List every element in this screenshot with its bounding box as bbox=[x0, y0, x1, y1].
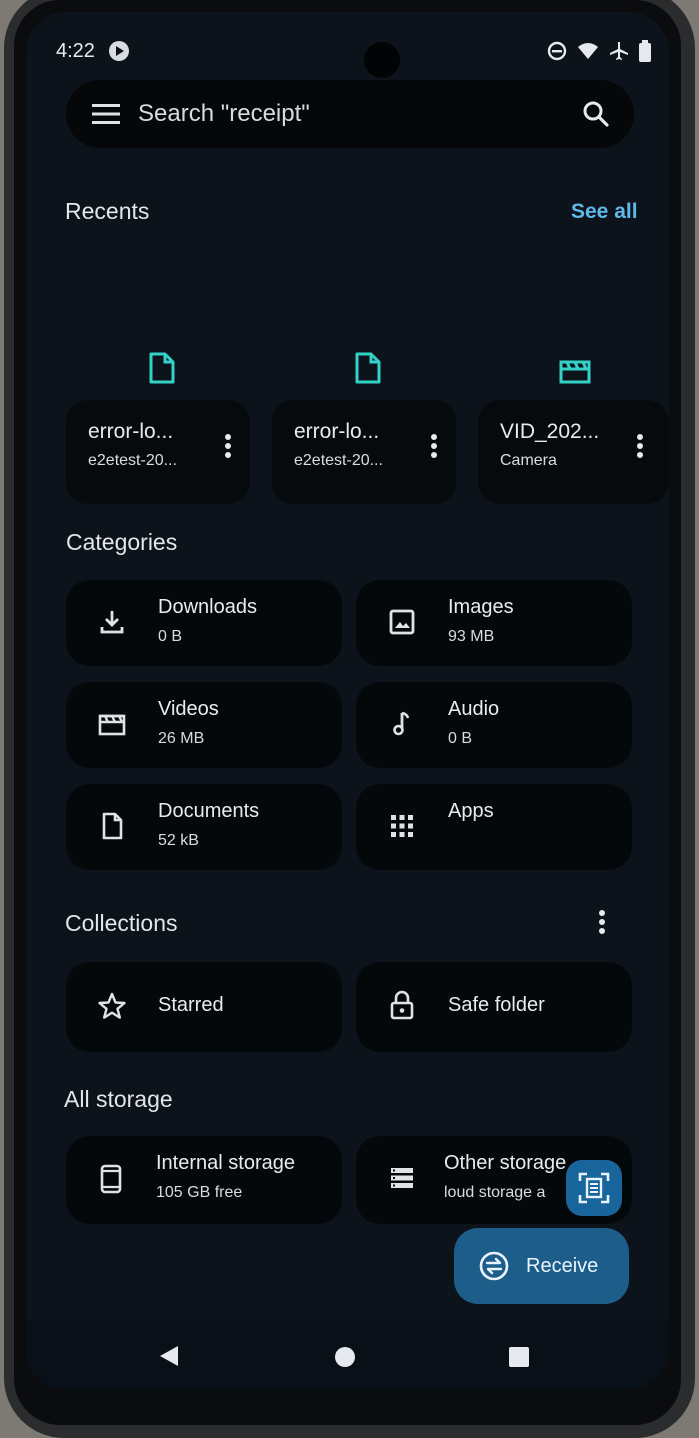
storage-sub: loud storage a bbox=[444, 1184, 546, 1201]
download-icon bbox=[98, 608, 126, 636]
collections-more-icon[interactable] bbox=[590, 906, 614, 938]
category-size: 52 kB bbox=[158, 832, 199, 849]
recent-item-sub: e2etest-20... bbox=[88, 452, 177, 469]
collection-label: Starred bbox=[158, 994, 224, 1016]
collection-label: Safe folder bbox=[448, 994, 545, 1016]
video-icon bbox=[559, 358, 591, 384]
recent-item[interactable]: error-lo... e2etest-20... bbox=[272, 400, 456, 504]
categories-title: Categories bbox=[66, 529, 178, 555]
image-icon bbox=[388, 608, 416, 636]
category-audio[interactable]: Audio 0 B bbox=[356, 682, 632, 768]
status-icons bbox=[547, 40, 651, 62]
music-note-icon bbox=[388, 710, 416, 738]
collection-safe-folder[interactable]: Safe folder bbox=[356, 962, 632, 1052]
category-label: Downloads bbox=[158, 596, 257, 618]
star-icon bbox=[98, 992, 126, 1020]
home-icon[interactable] bbox=[334, 1346, 356, 1368]
recent-item[interactable]: error-lo... e2etest-20... bbox=[66, 400, 250, 504]
more-options-icon[interactable] bbox=[216, 430, 240, 462]
battery-icon bbox=[639, 40, 651, 62]
more-options-icon[interactable] bbox=[628, 430, 652, 462]
screen: 4:22 Search "receipt" Recents See all er… bbox=[26, 12, 669, 1390]
file-icon bbox=[148, 352, 176, 384]
collection-starred[interactable]: Starred bbox=[66, 962, 342, 1052]
collections-title: Collections bbox=[65, 910, 178, 936]
apps-grid-icon bbox=[388, 812, 416, 840]
receive-icon bbox=[478, 1250, 510, 1282]
category-apps[interactable]: Apps bbox=[356, 784, 632, 870]
category-size: 26 MB bbox=[158, 730, 205, 747]
recents-title: Recents bbox=[65, 198, 150, 224]
category-videos[interactable]: Videos 26 MB bbox=[66, 682, 342, 768]
category-size: 0 B bbox=[448, 730, 473, 747]
recent-item-name: error-lo... bbox=[294, 420, 380, 443]
menu-icon[interactable] bbox=[92, 103, 120, 125]
category-documents[interactable]: Documents 52 kB bbox=[66, 784, 342, 870]
recent-item-sub: Camera bbox=[500, 452, 557, 469]
category-label: Documents bbox=[158, 800, 260, 822]
category-size: 0 B bbox=[158, 628, 183, 645]
document-icon bbox=[98, 812, 126, 840]
video-icon bbox=[98, 710, 126, 738]
category-label: Audio bbox=[448, 698, 500, 720]
storage-sub: 105 GB free bbox=[156, 1184, 243, 1201]
file-icon bbox=[354, 352, 382, 384]
storage-label: Other storage bbox=[444, 1152, 567, 1174]
recents-icon[interactable] bbox=[508, 1346, 530, 1368]
receive-label: Receive bbox=[526, 1254, 599, 1277]
back-icon[interactable] bbox=[158, 1344, 180, 1368]
recent-item-sub: e2etest-20... bbox=[294, 452, 383, 469]
do-not-disturb-icon bbox=[547, 41, 567, 61]
all-storage-title: All storage bbox=[64, 1086, 173, 1112]
category-images[interactable]: Images 93 MB bbox=[356, 580, 632, 666]
search-input[interactable]: Search "receipt" bbox=[138, 100, 582, 128]
category-label: Apps bbox=[448, 800, 494, 822]
search-icon[interactable] bbox=[582, 100, 610, 128]
phone-icon bbox=[100, 1164, 128, 1194]
search-bar[interactable]: Search "receipt" bbox=[66, 80, 634, 148]
storage-internal[interactable]: Internal storage 105 GB free bbox=[66, 1136, 342, 1224]
airplane-icon bbox=[609, 41, 629, 61]
storage-list-icon bbox=[388, 1164, 416, 1192]
recent-item-name: error-lo... bbox=[88, 420, 174, 443]
status-time: 4:22 bbox=[56, 40, 95, 62]
scan-document-icon bbox=[577, 1171, 611, 1205]
category-downloads[interactable]: Downloads 0 B bbox=[66, 580, 342, 666]
navigation-bar bbox=[26, 1320, 669, 1390]
more-options-icon[interactable] bbox=[422, 430, 446, 462]
scan-document-button[interactable] bbox=[566, 1160, 622, 1216]
storage-label: Internal storage bbox=[156, 1152, 295, 1174]
category-size: 93 MB bbox=[448, 628, 495, 645]
receive-button[interactable]: Receive bbox=[454, 1228, 629, 1304]
recent-item-name: VID_202... bbox=[500, 420, 600, 443]
lock-icon bbox=[388, 990, 416, 1020]
category-label: Images bbox=[448, 596, 514, 618]
recent-item[interactable]: VID_202... Camera bbox=[478, 400, 669, 504]
category-label: Videos bbox=[158, 698, 219, 720]
front-camera bbox=[364, 42, 400, 78]
wifi-icon bbox=[577, 41, 599, 61]
see-all-link[interactable]: See all bbox=[571, 200, 638, 224]
status-app-icon bbox=[108, 40, 130, 62]
